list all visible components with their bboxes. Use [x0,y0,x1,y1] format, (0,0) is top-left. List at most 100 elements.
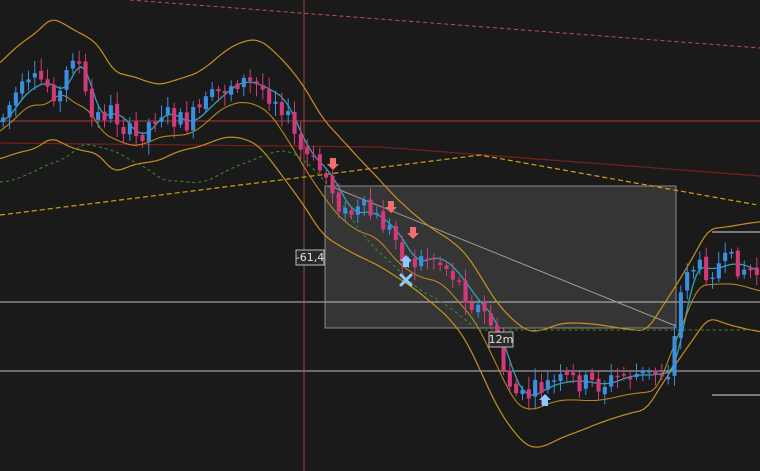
candle-body [628,377,633,380]
candle-body [203,96,208,110]
candle-body [596,378,601,392]
candle-body [463,280,468,303]
candle-body [172,108,177,127]
candle-body [362,199,367,206]
candle-body [704,256,709,281]
candle-body [267,89,272,104]
candle-body [89,88,94,118]
candle-body [51,84,56,102]
candle-body [7,105,12,118]
candle-body [685,272,690,291]
candle-body [716,263,721,279]
candle-body [691,270,696,272]
candle-body [742,269,747,275]
candle-body [564,371,569,375]
candle-body [83,61,88,92]
candle-body [298,133,303,150]
candle-body [602,386,607,395]
candle-body [343,207,348,214]
candle-body [64,70,69,90]
candle-body [710,277,715,279]
candle-body [286,111,291,115]
candle-body [412,258,417,268]
candle-body [45,79,50,87]
candle-body [324,173,329,178]
candle-body [210,89,215,97]
candle-body [70,60,75,69]
candle-body [140,134,145,142]
candle-body [539,382,544,393]
candle-body [102,111,107,121]
candle-body [621,374,626,376]
duration-label: 12m [489,333,514,346]
candle-body [197,104,202,108]
candle-body [241,77,246,88]
candle-body [735,250,740,277]
candle-body [248,77,253,82]
candle-body [387,224,392,230]
candle-body [355,206,360,215]
candle-body [634,374,639,377]
candle-body [577,375,582,392]
candle-body [640,370,645,374]
candle-body [77,61,82,64]
candle-body [32,73,37,78]
candle-body [292,112,297,134]
candle-body [444,265,449,269]
candle-body [330,175,335,194]
candle-body [729,251,734,254]
candlestick-chart[interactable]: -61,4 12m [0,0,760,471]
candle-body [368,199,373,216]
price-change-label: -61,4 [296,251,324,264]
candle-body [235,83,240,89]
candle-body [571,372,576,376]
candle-body [165,107,170,115]
candle-body [482,302,487,312]
chart-area[interactable]: -61,4 12m [0,0,760,471]
candle-body [558,374,563,381]
candle-body [146,122,151,142]
candle-body [121,127,126,135]
candle-body [273,101,278,104]
candle-body [127,123,132,135]
candle-body [260,85,265,90]
candle-body [666,377,671,380]
candle-body [191,107,196,131]
candle-body [678,292,683,339]
candle-body [526,389,531,399]
candle-body [159,117,164,122]
candle-body [659,374,664,377]
candle-body [178,112,183,125]
candle-body [311,155,316,157]
candle-body [697,259,702,270]
candle-body [374,213,379,215]
candle-body [108,105,113,119]
candle-body [609,375,614,387]
candle-body [647,371,652,373]
candle-body [748,268,753,271]
candle-body [393,226,398,240]
candle-body [450,270,455,280]
candle-body [615,375,620,378]
candle-body [533,380,538,397]
candle-body [58,90,63,102]
candle-body [476,304,481,313]
candle-body [1,117,6,122]
candle-body [425,258,430,261]
candle-body [520,389,525,395]
candle-body [653,370,658,375]
candle-body [457,280,462,282]
candle-body [216,89,221,92]
candle-body [381,211,386,230]
candle-body [754,267,759,275]
candle-body [590,372,595,380]
candle-body [317,154,322,171]
candle-body [134,121,139,137]
candle-body [336,192,341,212]
candle-body [507,370,512,387]
candle-body [431,257,436,260]
candle-body [13,92,18,106]
candle-body [419,256,424,267]
candle-body [96,112,101,120]
candle-body [583,374,588,389]
